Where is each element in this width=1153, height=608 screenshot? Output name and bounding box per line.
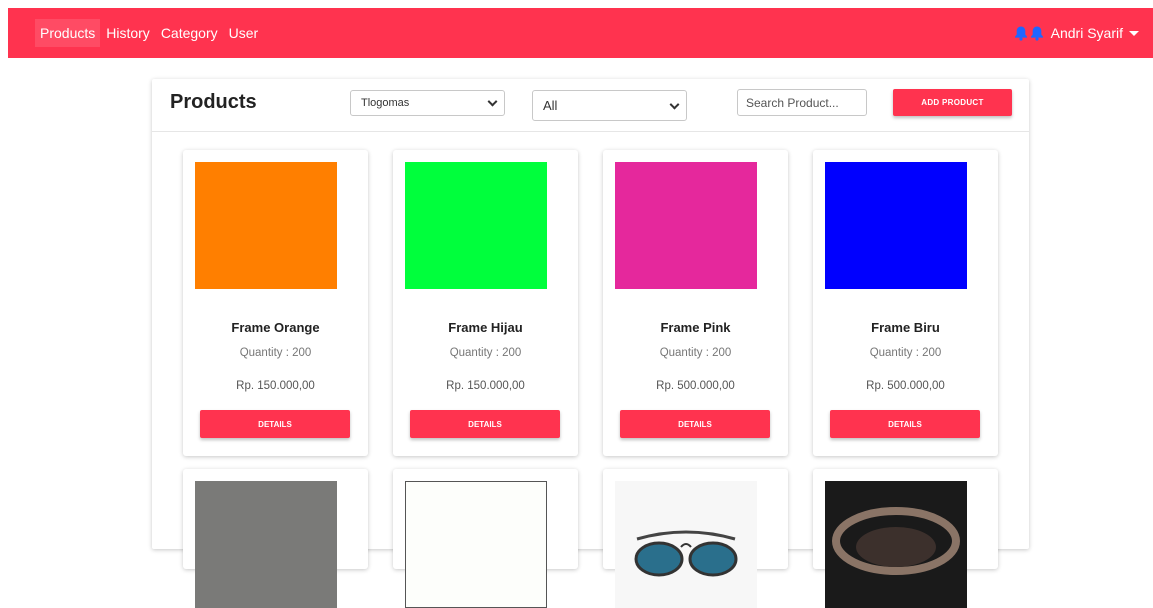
location-select-value: Tlogomas [361,97,410,109]
glasses-photo-icon [825,481,967,608]
nav-products[interactable]: Products [35,19,101,47]
product-price: Rp. 500.000,00 [866,380,945,392]
chevron-down-icon [487,96,498,107]
chevron-down-icon [669,99,680,110]
product-card: Frame Pink Quantity : 200 Rp. 500.000,00… [603,150,788,456]
product-image [825,162,967,289]
product-card [393,469,578,608]
notifications-button[interactable] [1013,25,1045,41]
product-price: Rp. 150.000,00 [446,380,525,392]
product-card [603,469,788,608]
panel-header: Products Tlogomas All ADD PRODUCT [152,79,1029,132]
product-quantity: Quantity : 200 [239,347,312,359]
category-select-value: All [543,98,558,113]
add-product-button[interactable]: ADD PRODUCT [893,89,1012,116]
top-strip [0,0,1153,8]
caret-down-icon[interactable] [1129,30,1139,36]
nav-category[interactable]: Category [156,19,223,47]
user-name[interactable]: Andri Syarif [1051,25,1123,41]
location-select[interactable]: Tlogomas [350,90,505,116]
product-card [183,469,368,608]
bell-icon [1014,26,1027,41]
product-quantity: Quantity : 200 [869,347,942,359]
product-image [615,481,757,608]
search-input[interactable] [737,89,867,116]
product-price: Rp. 150.000,00 [236,380,315,392]
product-card [813,469,998,608]
product-image [405,481,547,608]
product-name: Frame Orange [231,320,320,335]
product-quantity: Quantity : 200 [449,347,522,359]
product-quantity: Quantity : 200 [659,347,732,359]
details-button[interactable]: DETAILS [200,410,350,438]
product-price: Rp. 500.000,00 [656,380,735,392]
product-image [195,481,337,608]
nav-history[interactable]: History [101,19,155,47]
product-name: Frame Biru [871,320,940,335]
product-name: Frame Hijau [448,320,523,335]
page-title: Products [170,91,257,113]
product-card: Frame Orange Quantity : 200 Rp. 150.000,… [183,150,368,456]
product-image [615,162,757,289]
user-menu[interactable]: Andri Syarif [1013,8,1139,58]
nav-links: Products History Category User [34,19,263,47]
sunglasses-icon [615,481,757,608]
nav-user[interactable]: User [224,19,264,47]
product-image [405,162,547,289]
navbar: Products History Category User Andri Sya… [8,8,1153,58]
product-name: Frame Pink [660,320,731,335]
product-card: Frame Biru Quantity : 200 Rp. 500.000,00… [813,150,998,456]
product-card: Frame Hijau Quantity : 200 Rp. 150.000,0… [393,150,578,456]
details-button[interactable]: DETAILS [830,410,980,438]
details-button[interactable]: DETAILS [410,410,560,438]
products-panel: Products Tlogomas All ADD PRODUCT Frame … [152,79,1029,608]
category-select[interactable]: All [532,90,687,121]
product-image [825,481,967,608]
product-image [195,162,337,289]
bell-icon [1030,26,1043,41]
details-button[interactable]: DETAILS [620,410,770,438]
